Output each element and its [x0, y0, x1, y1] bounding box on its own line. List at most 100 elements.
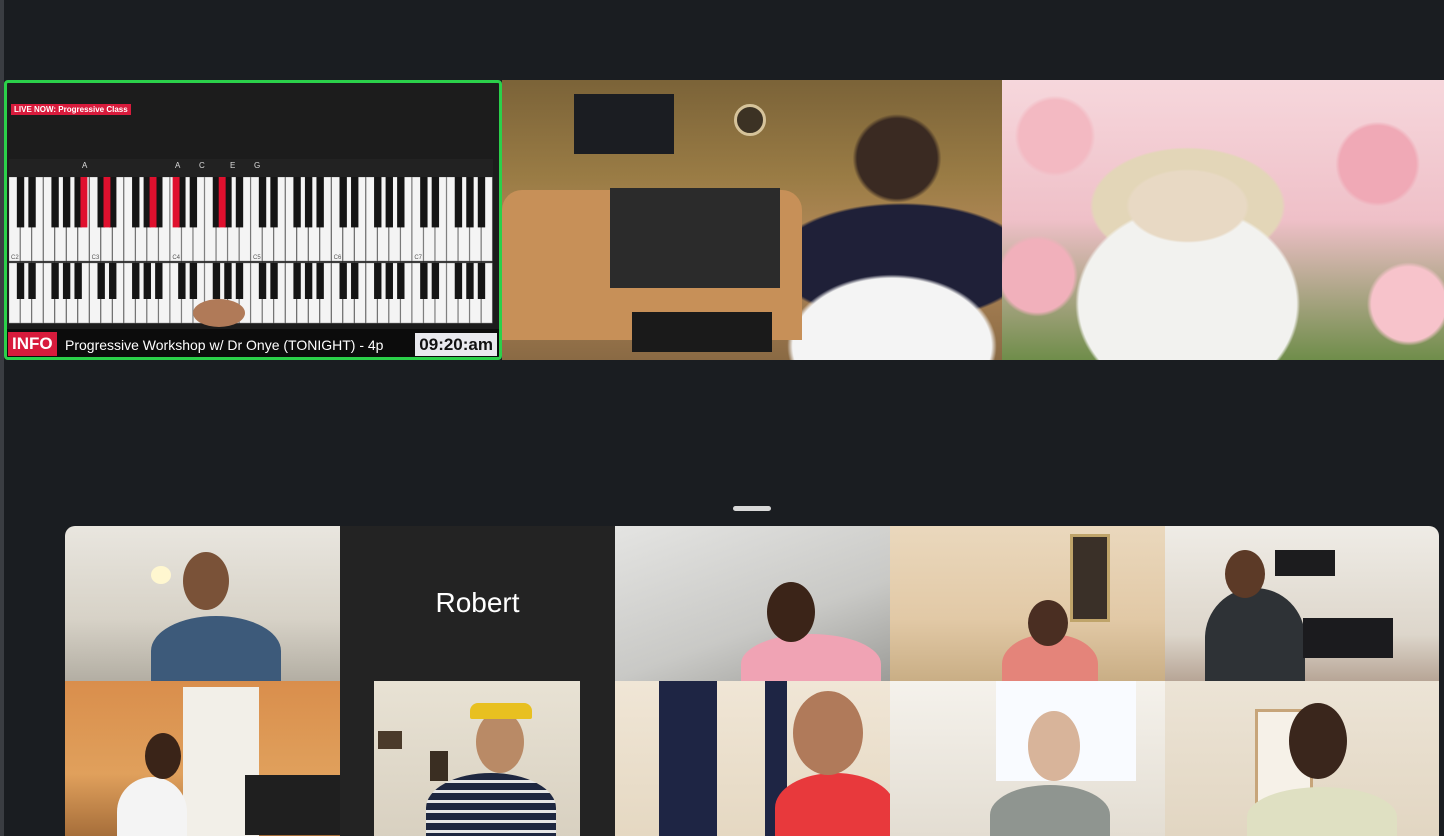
note-label: A	[175, 161, 181, 170]
note-label: E	[230, 161, 236, 170]
black-key	[74, 263, 82, 299]
black-key	[97, 263, 105, 299]
participant-head	[793, 691, 863, 775]
gallery-tile[interactable]	[890, 681, 1165, 836]
black-key	[16, 263, 25, 299]
black-key	[454, 177, 463, 228]
black-key	[62, 177, 71, 228]
bag-shape	[632, 312, 772, 352]
black-key	[143, 263, 151, 299]
black-key	[316, 177, 324, 228]
octave-label: C2	[11, 255, 19, 261]
video-tile-piano-share[interactable]: LIVE NOW: Progressive Class A A C E G C2…	[4, 80, 502, 360]
live-now-badge: LIVE NOW: Progressive Class	[11, 104, 131, 115]
black-key	[235, 177, 244, 228]
black-key	[304, 177, 313, 228]
curtain-shape	[659, 681, 717, 836]
highlighted-key	[80, 177, 88, 228]
black-key	[212, 263, 221, 299]
octave-label: C6	[334, 255, 342, 261]
participant-head	[145, 733, 181, 779]
black-key	[62, 263, 71, 299]
hand-shape	[193, 299, 245, 327]
black-key	[304, 263, 313, 299]
black-key	[235, 263, 244, 299]
wall-frame-shape	[1070, 534, 1110, 622]
participant-head	[1028, 711, 1080, 781]
black-key	[51, 263, 59, 299]
gallery-tile[interactable]	[1165, 681, 1439, 836]
participant-body	[117, 777, 187, 836]
wall-clock-shape	[734, 104, 766, 136]
video-tile-tulip-background[interactable]	[1002, 80, 1444, 360]
black-key	[51, 177, 59, 228]
video-tile-living-room[interactable]	[502, 80, 1002, 360]
gallery-resize-handle[interactable]	[733, 506, 771, 511]
participant-head	[1289, 703, 1347, 779]
black-key	[28, 177, 36, 228]
highlighted-key	[218, 177, 226, 228]
piano-keys: C2 C3 C4 C5 C6 C7	[9, 177, 493, 327]
gallery-tile[interactable]	[890, 526, 1165, 681]
black-key	[189, 263, 198, 299]
black-key	[477, 263, 486, 299]
clock-display: 09:20:am	[415, 333, 497, 356]
participant-body	[990, 785, 1110, 836]
participant-body	[741, 634, 881, 681]
tv-shape	[574, 94, 674, 154]
wall-frame-shape	[430, 751, 448, 781]
gallery-tile[interactable]	[1165, 526, 1439, 681]
black-key	[477, 177, 486, 228]
gallery-tile[interactable]	[615, 681, 890, 836]
black-key	[258, 177, 267, 228]
black-key	[270, 177, 278, 228]
octave-label: C7	[414, 255, 422, 261]
virtual-keyboard: A A C E G C2 C3 C4 C5 C6 C7	[9, 159, 493, 327]
info-badge: INFO	[8, 332, 57, 356]
black-key	[132, 177, 140, 228]
black-key	[351, 263, 359, 299]
keyboard-shape	[1303, 618, 1393, 658]
black-key	[420, 177, 428, 228]
grand-piano-shape	[245, 775, 340, 835]
black-key	[397, 263, 405, 299]
black-key	[385, 263, 393, 299]
participant-video	[374, 681, 580, 836]
participant-body	[775, 773, 890, 836]
gallery-tile[interactable]	[65, 681, 340, 836]
highlighted-key	[149, 177, 157, 228]
gallery-tile[interactable]	[65, 526, 340, 681]
note-label: G	[254, 161, 261, 170]
black-key	[385, 177, 393, 228]
black-key	[258, 263, 267, 299]
visor-shape	[470, 703, 532, 719]
black-key	[374, 263, 382, 299]
participant-head	[476, 711, 524, 773]
black-key	[293, 177, 301, 228]
participant-body	[426, 773, 556, 836]
highlighted-key	[172, 177, 180, 228]
gallery-tile[interactable]	[340, 681, 615, 836]
black-key	[109, 263, 117, 299]
black-key	[132, 263, 140, 299]
ticker-text: Progressive Workshop w/ Dr Onye (TONIGHT…	[65, 337, 384, 353]
photo-quilt-shape	[610, 188, 780, 288]
black-key	[431, 263, 440, 299]
gallery-grid: Robert	[65, 526, 1439, 836]
black-key	[351, 177, 359, 228]
black-key	[466, 263, 474, 299]
participant-head	[1225, 550, 1265, 598]
gallery-tile-video-off[interactable]: Robert	[340, 526, 615, 681]
octave-label: C5	[253, 255, 261, 261]
monitor-shape	[1275, 550, 1335, 576]
gallery-tile[interactable]	[615, 526, 890, 681]
black-key	[28, 263, 36, 299]
black-key	[397, 177, 405, 228]
note-label-strip: A A C E G	[9, 159, 493, 177]
black-key	[224, 263, 232, 299]
black-key	[270, 263, 278, 299]
zoom-meeting-window: LIVE NOW: Progressive Class A A C E G C2…	[0, 0, 1444, 836]
black-key	[293, 263, 301, 299]
black-key	[339, 177, 347, 228]
black-key	[155, 263, 163, 299]
